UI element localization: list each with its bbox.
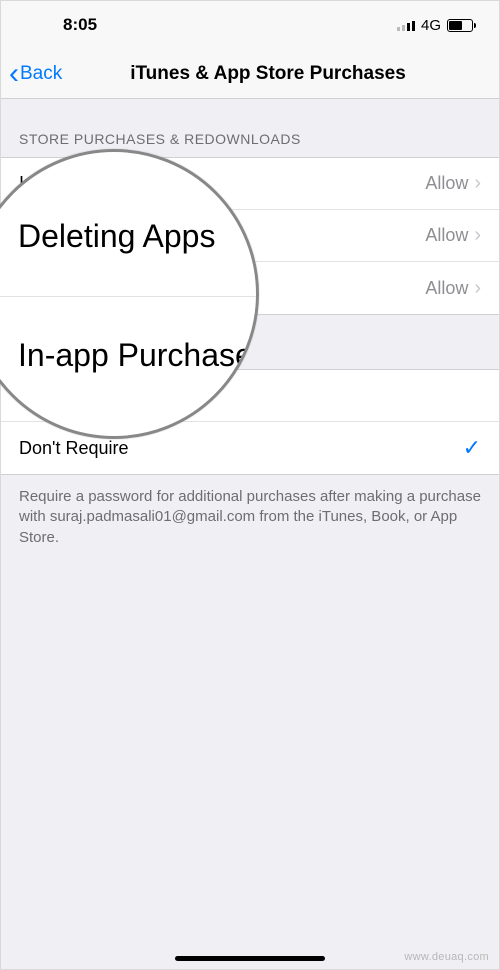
nav-bar: ‹ Back iTunes & App Store Purchases <box>1 49 499 99</box>
section-header-purchases: STORE PURCHASES & REDOWNLOADS <box>1 99 499 157</box>
network-label: 4G <box>421 17 441 34</box>
magnified-row-inapp: In-app Purchases <box>0 297 256 437</box>
signal-icon <box>397 19 415 31</box>
chevron-right-icon: › <box>474 277 481 300</box>
magnifier-overlay: Deleting Apps In-app Purchases <box>0 149 259 439</box>
screen: 8:05 4G ‹ Back iTunes & App Store Purcha… <box>0 0 500 970</box>
back-button[interactable]: ‹ Back <box>1 59 62 89</box>
row-label: Don't Require <box>19 438 129 459</box>
home-indicator[interactable] <box>175 956 325 961</box>
chevron-right-icon: › <box>474 172 481 195</box>
status-bar: 8:05 4G <box>1 1 499 49</box>
watermark: www.deuaq.com <box>404 951 489 963</box>
row-value: Allow › <box>425 277 481 300</box>
page-title: iTunes & App Store Purchases <box>1 63 499 85</box>
chevron-left-icon: ‹ <box>9 59 19 89</box>
row-value: Allow › <box>425 172 481 195</box>
battery-icon <box>447 19 473 32</box>
row-value: Allow › <box>425 224 481 247</box>
checkmark-icon: ✓ <box>463 435 481 461</box>
section-footer-note: Require a password for additional purcha… <box>1 475 499 560</box>
magnified-row-deleting: Deleting Apps <box>0 152 256 297</box>
status-time: 8:05 <box>63 15 97 35</box>
back-label: Back <box>20 63 62 85</box>
status-right: 4G <box>397 17 473 34</box>
chevron-right-icon: › <box>474 224 481 247</box>
